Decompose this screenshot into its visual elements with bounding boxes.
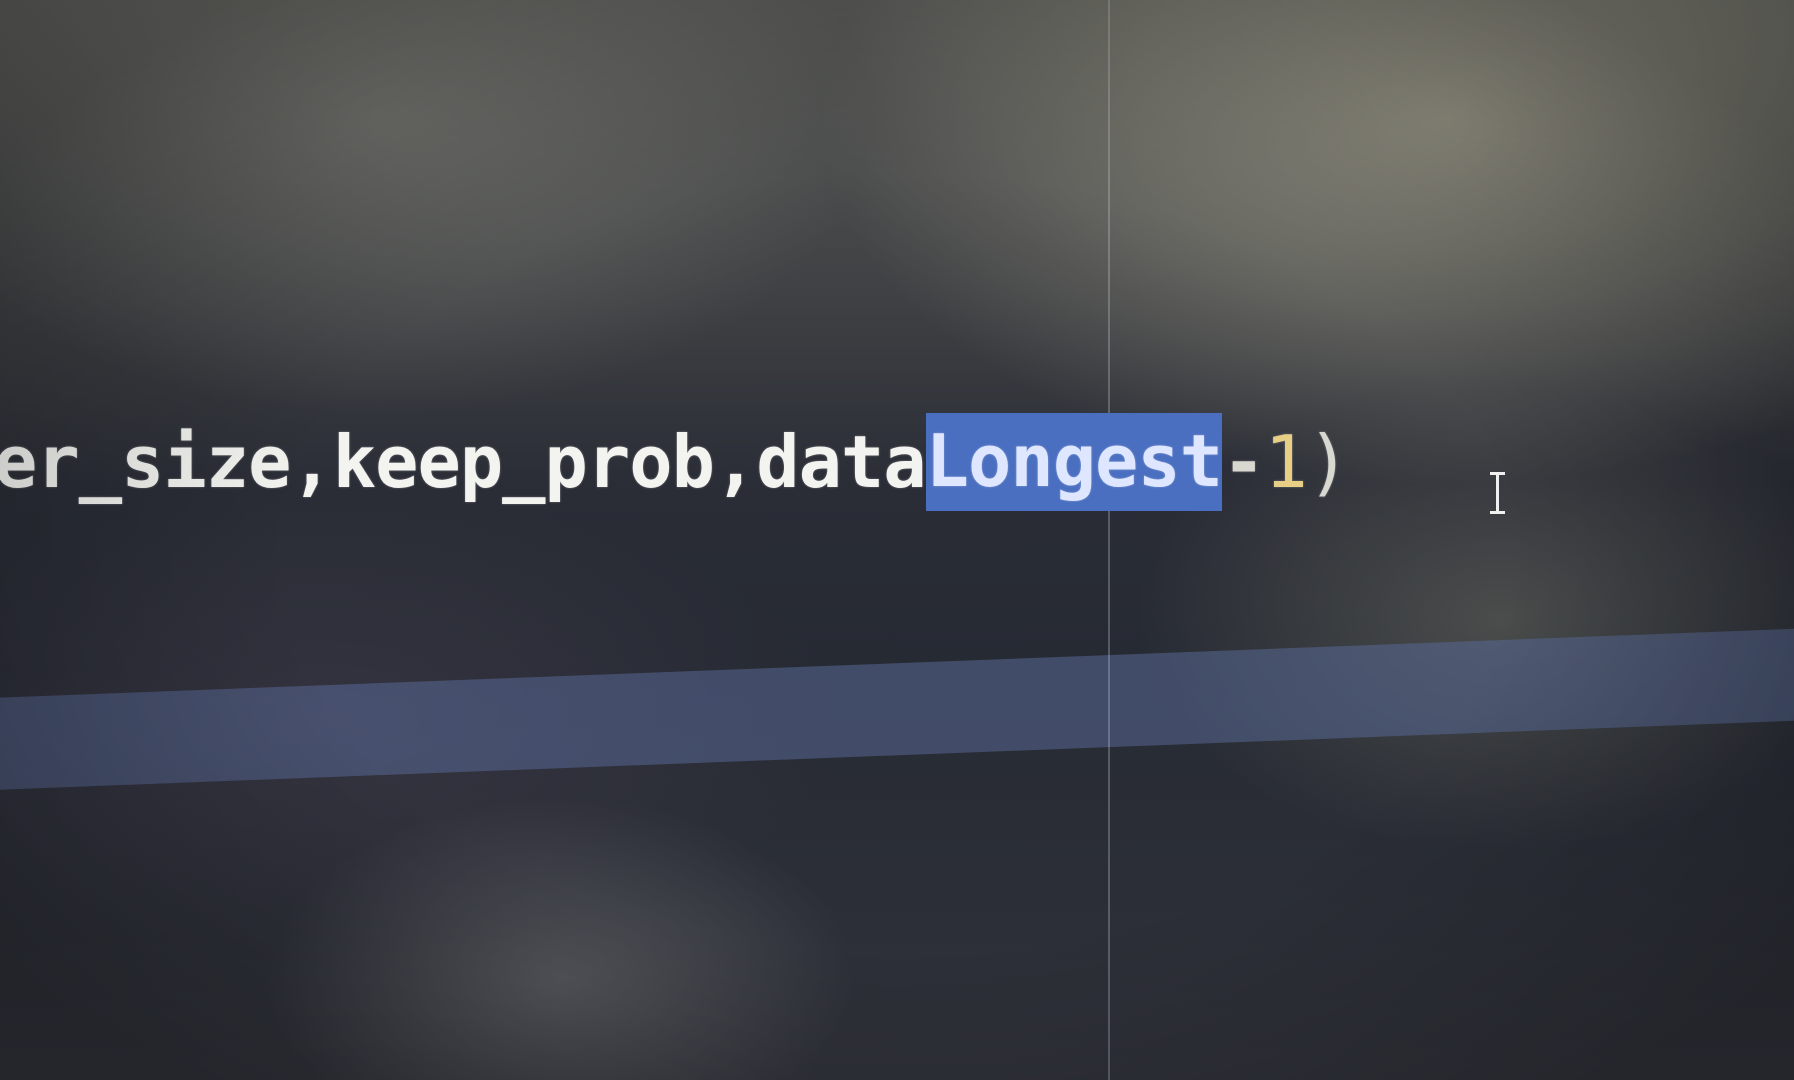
code-number-literal: 1 xyxy=(1264,420,1307,504)
code-operator: - xyxy=(1222,420,1265,504)
code-line[interactable]: er_size,keep_prob,data Longest -1) xyxy=(0,413,1350,511)
code-text-before-selection: er_size,keep_prob,data xyxy=(0,420,927,504)
screen: er_size,keep_prob,data Longest -1) xyxy=(0,0,1794,1080)
current-line-highlight xyxy=(0,626,1794,792)
text-cursor-ibeam-icon xyxy=(1490,472,1505,514)
column-guide-line xyxy=(1108,0,1110,1080)
code-close-paren: ) xyxy=(1306,420,1350,504)
selected-text[interactable]: Longest xyxy=(925,413,1223,511)
code-editor[interactable]: er_size,keep_prob,data Longest -1) xyxy=(0,0,1794,1080)
